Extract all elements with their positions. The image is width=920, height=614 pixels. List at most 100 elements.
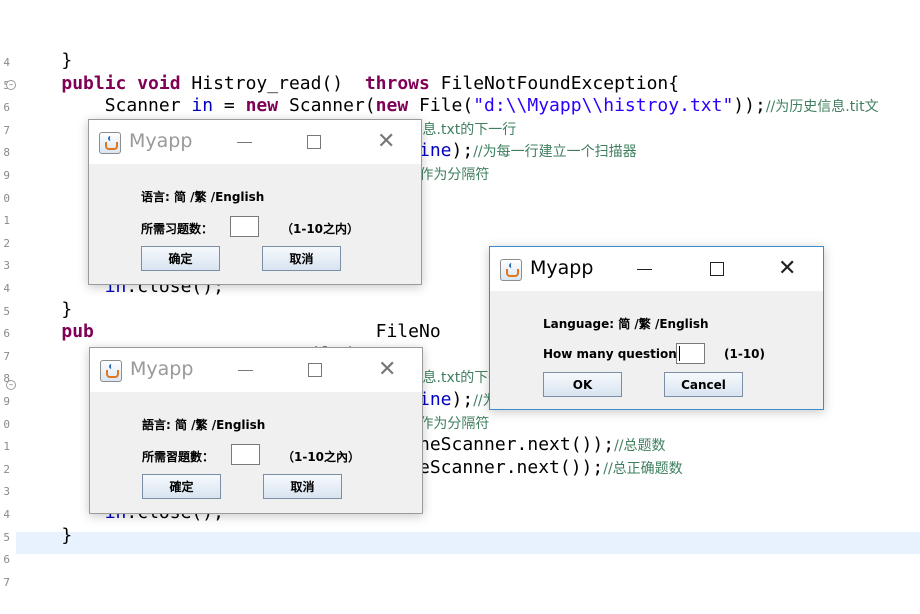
cancel-button[interactable]: 取消: [263, 474, 342, 499]
window-title: Myapp: [530, 257, 594, 279]
window-title: Myapp: [129, 130, 193, 152]
line-number: 0: [3, 191, 10, 205]
code-token: File(: [408, 95, 474, 117]
line-number: 9: [3, 395, 10, 408]
java-cup-icon: [500, 259, 522, 281]
language-label[interactable]: 语言: 简 /繁 /English: [141, 188, 264, 205]
java-cup-icon: [100, 360, 122, 382]
code-token: throws: [364, 72, 430, 94]
maximize-icon: [307, 135, 321, 149]
code-line[interactable]: }: [18, 299, 72, 321]
language-label[interactable]: Language: 简 /繁 /English: [543, 315, 709, 332]
ok-button[interactable]: OK: [543, 372, 622, 397]
code-token: );: [451, 389, 474, 410]
code-token: );: [451, 140, 474, 162]
maximize-button[interactable]: [291, 120, 337, 164]
code-token: Histroy_read(): [180, 72, 365, 94]
question-count-input[interactable]: [230, 216, 259, 237]
myapp-window-traditional[interactable]: Myapp ✕ 語言: 简 /繁 /English 所需習題數： （1-10之內…: [89, 347, 423, 514]
line-number: 2: [3, 236, 10, 250]
code-line[interactable]: Scanner in = new Scanner(new File("d:\\M…: [18, 95, 879, 118]
code-token: }: [18, 524, 73, 546]
line-number: 1: [3, 440, 10, 454]
myapp-window-simplified[interactable]: Myapp ✕ 语言: 简 /繁 /English 所需习题数： （1-10之内…: [88, 119, 422, 285]
range-label: （1-10之內）: [282, 450, 361, 464]
code-token: pub: [61, 321, 94, 343]
fold-collapse-icon[interactable]: −: [6, 80, 16, 90]
code-token: FileNo: [93, 321, 441, 343]
ok-button[interactable]: 确定: [141, 246, 220, 271]
close-button[interactable]: ✕: [766, 247, 812, 291]
code-line[interactable]: pub FileNo: [18, 321, 441, 343]
ok-button[interactable]: 確定: [142, 474, 221, 499]
line-number: 4: [3, 282, 10, 295]
minimize-icon: [237, 142, 252, 143]
line-number: 4: [3, 56, 10, 69]
line-number: 2: [3, 462, 10, 476]
line-number: 4: [3, 508, 10, 521]
cancel-button[interactable]: Cancel: [664, 372, 743, 397]
code-token: }: [18, 298, 73, 320]
code-token: Scanner: [18, 95, 192, 117]
question-count-input[interactable]: [676, 343, 705, 364]
range-label: (1-10): [724, 347, 765, 361]
maximize-button[interactable]: [292, 348, 338, 392]
code-token: //为每一行建立一个扫描器: [473, 144, 637, 161]
line-number: 7: [3, 123, 10, 137]
line-number: 8: [3, 146, 10, 160]
myapp-window-english[interactable]: Myapp ✕ Language: 简 /繁 /English How many…: [489, 246, 824, 410]
line-number: 5: [3, 530, 10, 544]
question-count-label: 所需習題數：: [142, 450, 215, 464]
maximize-icon: [710, 262, 724, 276]
code-token: new: [375, 95, 409, 117]
maximize-icon: [308, 363, 322, 377]
range-label: （1-10之内）: [281, 222, 360, 236]
minimize-button[interactable]: [221, 120, 267, 164]
line-number: 3: [3, 259, 10, 273]
fold-collapse-icon[interactable]: −: [6, 380, 16, 390]
close-button[interactable]: ✕: [365, 120, 411, 164]
text-cursor: [679, 346, 680, 361]
code-line[interactable]: }: [18, 525, 72, 547]
code-token: ));: [733, 95, 766, 117]
code-token: //为历史信息.tit文: [765, 99, 879, 116]
code-token: }: [18, 50, 73, 71]
window-titlebar[interactable]: Myapp ✕: [490, 247, 823, 291]
window-titlebar[interactable]: Myapp ✕: [90, 348, 422, 392]
minimize-icon: [637, 269, 652, 270]
close-icon: ✕: [377, 129, 396, 154]
code-token: //总正确题数: [603, 460, 683, 477]
minimize-icon: [238, 370, 253, 371]
code-line[interactable]: public void Histroy_read() throws FileNo…: [18, 73, 679, 95]
line-number: 6: [3, 327, 10, 341]
question-count-label: 所需习题数：: [141, 222, 214, 236]
close-icon: ✕: [378, 357, 397, 382]
code-token: //总题数: [614, 438, 666, 455]
cancel-button[interactable]: 取消: [262, 246, 341, 271]
code-token: =: [213, 95, 246, 117]
window-titlebar[interactable]: Myapp ✕: [89, 120, 421, 164]
current-line-highlight: [16, 532, 920, 554]
line-number: 7: [3, 575, 10, 589]
line-number: 0: [3, 417, 10, 431]
code-token: Scanner(: [278, 95, 376, 117]
line-number: 3: [3, 485, 10, 499]
code-token: FileNotFoundException{: [429, 72, 680, 94]
maximize-button[interactable]: [694, 247, 740, 291]
language-label[interactable]: 語言: 简 /繁 /English: [142, 416, 265, 433]
line-number: 5: [3, 304, 10, 318]
line-number: 1: [3, 214, 10, 228]
close-icon: ✕: [778, 256, 797, 281]
close-button[interactable]: ✕: [366, 348, 412, 392]
question-count-input[interactable]: [231, 444, 260, 465]
code-token: public void: [61, 72, 181, 94]
minimize-button[interactable]: [621, 247, 667, 291]
line-number: 6: [3, 101, 10, 115]
code-token: in: [191, 95, 214, 117]
minimize-button[interactable]: [222, 348, 268, 392]
code-line[interactable]: }: [18, 50, 72, 72]
line-number-gutter: 456789012345678901234567−−: [0, 0, 16, 614]
line-number: 6: [3, 553, 10, 567]
